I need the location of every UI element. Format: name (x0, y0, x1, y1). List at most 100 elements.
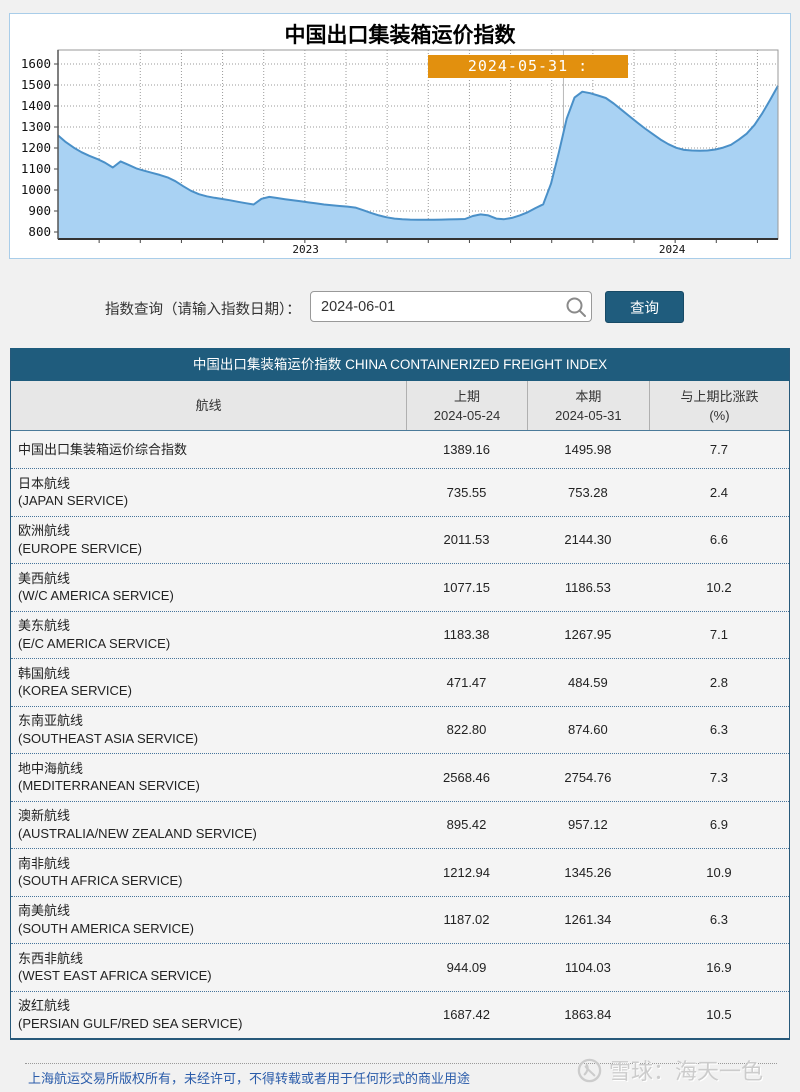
table-row: 欧洲航线 (EUROPE SERVICE) 2011.53 2144.30 6.… (11, 516, 789, 564)
route-name-en: (AUSTRALIA/NEW ZEALAND SERVICE) (18, 825, 406, 843)
xueqiu-watermark: 雪球：海天一色 (576, 1052, 763, 1088)
prev-value: 2568.46 (406, 770, 527, 785)
col-header-change: 与上期比涨跌 (%) (649, 381, 789, 430)
table-row: 澳新航线 (AUSTRALIA/NEW ZEALAND SERVICE) 895… (11, 801, 789, 849)
col-header-prev-label: 上期 (407, 387, 527, 406)
route-name-cell: 南非航线 (SOUTH AFRICA SERVICE) (11, 855, 406, 890)
prev-value: 895.42 (406, 817, 527, 832)
route-name-cell: 东西非航线 (WEST EAST AFRICA SERVICE) (11, 950, 406, 985)
curr-value: 1863.84 (527, 1007, 649, 1022)
col-header-change-unit: (%) (650, 406, 789, 425)
col-header-curr-date: 2024-05-31 (528, 406, 649, 425)
route-name-cell: 中国出口集装箱运价综合指数 (11, 441, 406, 459)
col-header-curr: 本期 2024-05-31 (527, 381, 649, 430)
table-row: 美东航线 (E/C AMERICA SERVICE) 1183.38 1267.… (11, 611, 789, 659)
xueqiu-logo-icon (576, 1057, 603, 1084)
route-name-cell: 欧洲航线 (EUROPE SERVICE) (11, 522, 406, 557)
route-name-cell: 东南亚航线 (SOUTHEAST ASIA SERVICE) (11, 712, 406, 747)
col-header-route: 航线 (11, 381, 406, 430)
prev-value: 2011.53 (406, 532, 527, 547)
change-value: 6.3 (649, 912, 789, 927)
freight-index-chart-panel: 中国出口集装箱运价指数 8009001000110012001300140015… (9, 13, 791, 259)
route-name-en: (KOREA SERVICE) (18, 682, 406, 700)
curr-value: 1104.03 (527, 960, 649, 975)
route-name-cn: 中国出口集装箱运价综合指数 (18, 441, 406, 459)
change-value: 6.9 (649, 817, 789, 832)
route-name-en: (PERSIAN GULF/RED SEA SERVICE) (18, 1015, 406, 1033)
query-button[interactable]: 查询 (605, 291, 684, 323)
prev-value: 1183.38 (406, 627, 527, 642)
svg-text:2023: 2023 (292, 243, 319, 256)
route-name-cn: 南非航线 (18, 855, 406, 873)
table-row: 美西航线 (W/C AMERICA SERVICE) 1077.15 1186.… (11, 563, 789, 611)
curr-value: 957.12 (527, 817, 649, 832)
change-value: 7.3 (649, 770, 789, 785)
curr-value: 2144.30 (527, 532, 649, 547)
route-name-cn: 美东航线 (18, 617, 406, 635)
table-row: 波红航线 (PERSIAN GULF/RED SEA SERVICE) 1687… (11, 991, 789, 1039)
index-query-bar: 指数查询（请输入指数日期）： 查询 (0, 291, 800, 325)
svg-text:1200: 1200 (21, 140, 51, 155)
prev-value: 822.80 (406, 722, 527, 737)
table-row: 东南亚航线 (SOUTHEAST ASIA SERVICE) 822.80 87… (11, 706, 789, 754)
chart-tooltip: 2024-05-31 : 1495.98 (428, 55, 628, 78)
table-header-row: 航线 上期 2024-05-24 本期 2024-05-31 与上期比涨跌 (%… (11, 381, 789, 431)
table-row: 中国出口集装箱运价综合指数 1389.16 1495.98 7.7 (11, 431, 789, 468)
route-name-cell: 日本航线 (JAPAN SERVICE) (11, 475, 406, 510)
route-name-en: (JAPAN SERVICE) (18, 492, 406, 510)
change-value: 16.9 (649, 960, 789, 975)
curr-value: 484.59 (527, 675, 649, 690)
svg-text:1600: 1600 (21, 56, 51, 71)
route-name-cn: 南美航线 (18, 902, 406, 920)
change-value: 10.2 (649, 580, 789, 595)
ccfi-table: 中国出口集装箱运价指数 CHINA CONTAINERIZED FREIGHT … (10, 348, 790, 1040)
change-value: 2.4 (649, 485, 789, 500)
freight-index-area-chart[interactable]: 8009001000110012001300140015001600202320… (10, 14, 790, 258)
prev-value: 1212.94 (406, 865, 527, 880)
prev-value: 1389.16 (406, 442, 527, 457)
route-name-en: (SOUTH AFRICA SERVICE) (18, 872, 406, 890)
route-name-cell: 韩国航线 (KOREA SERVICE) (11, 665, 406, 700)
svg-text:2024: 2024 (659, 243, 686, 256)
route-name-en: (EUROPE SERVICE) (18, 540, 406, 558)
route-name-cn: 东西非航线 (18, 950, 406, 968)
col-header-prev: 上期 2024-05-24 (406, 381, 527, 430)
curr-value: 1261.34 (527, 912, 649, 927)
route-name-cell: 波红航线 (PERSIAN GULF/RED SEA SERVICE) (11, 997, 406, 1032)
svg-text:1300: 1300 (21, 119, 51, 134)
search-icon[interactable] (564, 295, 588, 319)
route-name-cell: 地中海航线 (MEDITERRANEAN SERVICE) (11, 760, 406, 795)
change-value: 6.6 (649, 532, 789, 547)
change-value: 10.9 (649, 865, 789, 880)
route-name-en: (WEST EAST AFRICA SERVICE) (18, 967, 406, 985)
change-value: 7.7 (649, 442, 789, 457)
route-name-cn: 波红航线 (18, 997, 406, 1015)
prev-value: 1077.15 (406, 580, 527, 595)
route-name-en: (E/C AMERICA SERVICE) (18, 635, 406, 653)
change-value: 2.8 (649, 675, 789, 690)
table-title: 中国出口集装箱运价指数 CHINA CONTAINERIZED FREIGHT … (11, 348, 789, 381)
svg-text:800: 800 (28, 224, 51, 239)
prev-value: 944.09 (406, 960, 527, 975)
table-row: 南美航线 (SOUTH AMERICA SERVICE) 1187.02 126… (11, 896, 789, 944)
query-label: 指数查询（请输入指数日期）： (105, 298, 301, 319)
col-header-curr-label: 本期 (528, 387, 649, 406)
svg-text:1500: 1500 (21, 77, 51, 92)
svg-text:1000: 1000 (21, 182, 51, 197)
curr-value: 874.60 (527, 722, 649, 737)
route-name-cn: 美西航线 (18, 570, 406, 588)
table-row: 日本航线 (JAPAN SERVICE) 735.55 753.28 2.4 (11, 468, 789, 516)
date-input[interactable] (310, 291, 592, 322)
change-value: 7.1 (649, 627, 789, 642)
prev-value: 735.55 (406, 485, 527, 500)
col-header-prev-date: 2024-05-24 (407, 406, 527, 425)
route-name-cell: 美西航线 (W/C AMERICA SERVICE) (11, 570, 406, 605)
route-name-cn: 日本航线 (18, 475, 406, 493)
curr-value: 1186.53 (527, 580, 649, 595)
route-name-cn: 韩国航线 (18, 665, 406, 683)
col-header-change-label: 与上期比涨跌 (650, 387, 789, 406)
table-row: 东西非航线 (WEST EAST AFRICA SERVICE) 944.09 … (11, 943, 789, 991)
curr-value: 1267.95 (527, 627, 649, 642)
route-name-en: (MEDITERRANEAN SERVICE) (18, 777, 406, 795)
curr-value: 1495.98 (527, 442, 649, 457)
